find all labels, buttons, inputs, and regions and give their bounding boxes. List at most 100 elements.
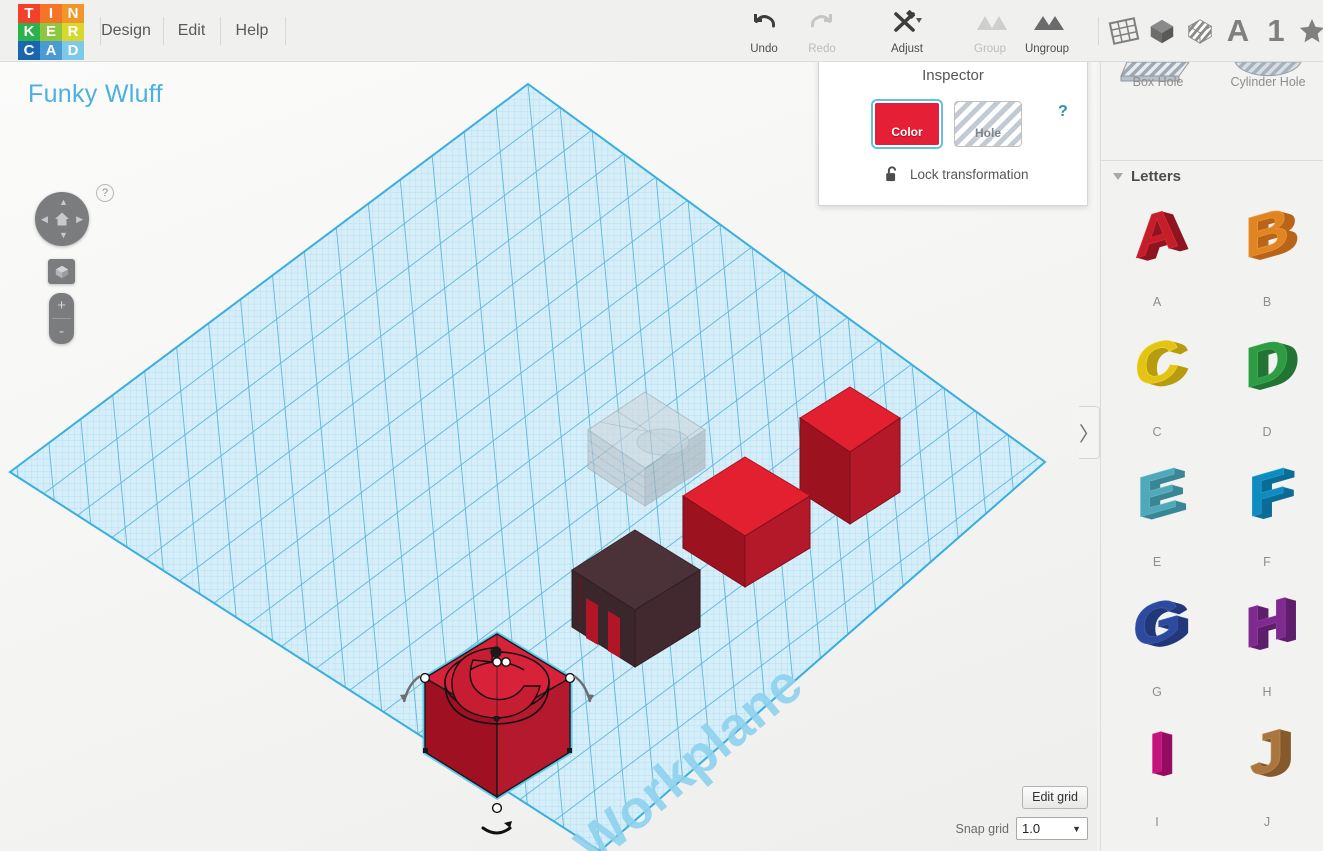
- favorites-star-icon[interactable]: [1293, 10, 1323, 52]
- letter-a-label: A: [1103, 295, 1211, 309]
- menu-item-design[interactable]: Design: [101, 22, 151, 40]
- inspector-title: Inspector: [819, 67, 1087, 84]
- number-shape-icon[interactable]: 1: [1257, 10, 1295, 52]
- ungroup-icon: [1032, 10, 1062, 38]
- letter-j-icon: JJJJJJJJJJJJJ: [1221, 718, 1313, 806]
- logo-cell-n-2: N: [62, 4, 84, 23]
- svg-text:E: E: [1136, 458, 1177, 530]
- nav-right-icon[interactable]: ▶: [76, 215, 83, 224]
- tinkercad-logo[interactable]: TINKERCAD: [18, 4, 84, 60]
- letter-3d-art: BBBBBBBBBBBBB: [1221, 198, 1313, 286]
- lock-open-icon: [884, 165, 900, 183]
- menu-item-help[interactable]: Help: [221, 22, 283, 40]
- letter-e-icon: EEEEEEEEEEEEE: [1111, 458, 1203, 546]
- nav-left-icon[interactable]: ◀: [41, 215, 48, 224]
- chevron-down-icon: [1113, 173, 1123, 180]
- svg-text:J: J: [1250, 718, 1284, 789]
- hole-cube-icon[interactable]: [1181, 10, 1219, 52]
- letter-3d-art: GGGGGGGGGGGGG: [1111, 588, 1203, 676]
- shape-letter-k[interactable]: KKKKKKKKKKKKKK: [1103, 842, 1211, 851]
- letter-3d-art: EEEEEEEEEEEEE: [1111, 458, 1203, 546]
- logo-cell-e-4: E: [40, 23, 62, 42]
- letter-3d-art: FFFFFFFFFFFFF: [1221, 458, 1313, 546]
- view-navigation-pad[interactable]: ▲ ▼ ◀ ▶: [35, 192, 89, 246]
- ungroup-button[interactable]: Ungroup: [1011, 8, 1083, 56]
- color-swatch-button[interactable]: Color: [873, 101, 941, 147]
- undo-icon: [749, 10, 779, 38]
- adjust-icon: [889, 10, 925, 38]
- box-hole-label: Box Hole: [1103, 75, 1213, 89]
- zoom-controls[interactable]: + -: [49, 293, 74, 344]
- shape-letter-h[interactable]: HHHHHHHHHHHHHH: [1213, 582, 1321, 702]
- menu-item-edit[interactable]: Edit: [164, 22, 219, 40]
- logo-cell-k-3: K: [18, 23, 40, 42]
- inspector-help-icon[interactable]: ?: [1058, 103, 1068, 121]
- zoom-in-button[interactable]: +: [49, 293, 74, 318]
- snap-grid-value: 1.0: [1022, 821, 1040, 836]
- shape-letter-c[interactable]: CCCCCCCCCCCCCC: [1103, 322, 1211, 442]
- shape-letter-e[interactable]: EEEEEEEEEEEEEE: [1103, 452, 1211, 572]
- panel-collapse-toggle[interactable]: 〉: [1079, 406, 1100, 459]
- logo-cell-i-1: I: [40, 4, 62, 23]
- hole-swatch-button[interactable]: Hole: [954, 101, 1022, 147]
- letter-d-label: D: [1213, 425, 1321, 439]
- letter-b-icon: BBBBBBBBBBBBB: [1221, 198, 1313, 286]
- home-view-icon[interactable]: [54, 212, 70, 227]
- shape-cylinder-hole[interactable]: Cylinder Hole: [1213, 62, 1323, 92]
- shape-letter-i[interactable]: IIIIIIIIIIIIII: [1103, 712, 1211, 832]
- shape-letter-l[interactable]: LLLLLLLLLLLLLL: [1213, 842, 1321, 851]
- section-divider: [1101, 160, 1323, 161]
- chevron-down-icon: ▼: [1072, 824, 1081, 834]
- letter-a-icon: AAAAAAAAAAAAA: [1111, 198, 1203, 286]
- svg-text:I: I: [1148, 718, 1165, 787]
- letter-3d-art: JJJJJJJJJJJJJ: [1221, 718, 1313, 806]
- help-icon[interactable]: ?: [96, 184, 114, 202]
- nav-down-icon[interactable]: ▼: [59, 231, 68, 240]
- zoom-out-button[interactable]: -: [49, 319, 74, 344]
- shape-letter-d[interactable]: DDDDDDDDDDDDDD: [1213, 322, 1321, 442]
- letter-j-label: J: [1213, 815, 1321, 829]
- letter-h-icon: HHHHHHHHHHHHH: [1221, 588, 1313, 676]
- letter-g-label: G: [1103, 685, 1211, 699]
- ungroup-label: Ungroup: [1011, 43, 1083, 55]
- letter-3d-art: CCCCCCCCCCCCC: [1111, 328, 1203, 416]
- svg-text:F: F: [1248, 458, 1286, 530]
- logo-cell-t-0: T: [18, 4, 40, 23]
- text-shape-icon[interactable]: A: [1219, 10, 1257, 52]
- letter-b-label: B: [1213, 295, 1321, 309]
- shape-letter-a[interactable]: AAAAAAAAAAAAAA: [1103, 192, 1211, 312]
- workplane-grid-icon[interactable]: [1105, 10, 1143, 52]
- hole-swatch-label: Hole: [975, 126, 1001, 146]
- redo-icon: [807, 10, 837, 38]
- adjust-label: Adjust: [871, 43, 943, 55]
- letters-section-header[interactable]: Letters: [1113, 168, 1181, 185]
- tinkercad-app: TINKERCAD Design Edit Help Undo: [0, 0, 1323, 851]
- logo-cell-c-6: C: [18, 41, 40, 60]
- logo-cell-d-8: D: [62, 41, 84, 60]
- shape-letter-f[interactable]: FFFFFFFFFFFFFF: [1213, 452, 1321, 572]
- edit-grid-button[interactable]: Edit grid: [1022, 786, 1088, 809]
- nav-up-icon[interactable]: ▲: [59, 198, 68, 207]
- shape-letter-b[interactable]: BBBBBBBBBBBBBB: [1213, 192, 1321, 312]
- fit-view-cube-icon[interactable]: [48, 259, 75, 284]
- lock-transformation-label: Lock transformation: [910, 167, 1029, 182]
- toolbar-divider: [1098, 17, 1099, 45]
- adjust-button[interactable]: Adjust: [871, 8, 943, 56]
- snap-grid-select[interactable]: 1.0 ▼: [1016, 817, 1088, 840]
- shapes-panel: Box Hole Cylinder Hole Letters AAAAAAAAA…: [1100, 62, 1323, 851]
- letter-d-icon: DDDDDDDDDDDDD: [1221, 328, 1313, 416]
- shape-letter-j[interactable]: JJJJJJJJJJJJJJ: [1213, 712, 1321, 832]
- app-header: TINKERCAD Design Edit Help Undo: [0, 0, 1323, 62]
- redo-button[interactable]: Redo: [786, 8, 858, 56]
- shape-box-hole[interactable]: Box Hole: [1103, 62, 1213, 92]
- letter-f-label: F: [1213, 555, 1321, 569]
- inspector-panel: Inspector Color Hole Lock transformation: [818, 56, 1088, 206]
- logo-cell-a-7: A: [40, 41, 62, 60]
- shape-letter-g[interactable]: GGGGGGGGGGGGGG: [1103, 582, 1211, 702]
- letter-i-label: I: [1103, 815, 1211, 829]
- solid-cube-icon[interactable]: [1143, 10, 1181, 52]
- letter-3d-art: IIIIIIIIIIIII: [1111, 718, 1203, 806]
- lock-transformation-row[interactable]: Lock transformation: [884, 165, 1029, 183]
- letter-3d-art: DDDDDDDDDDDDD: [1221, 328, 1313, 416]
- snap-grid-row: Snap grid 1.0 ▼: [955, 817, 1088, 840]
